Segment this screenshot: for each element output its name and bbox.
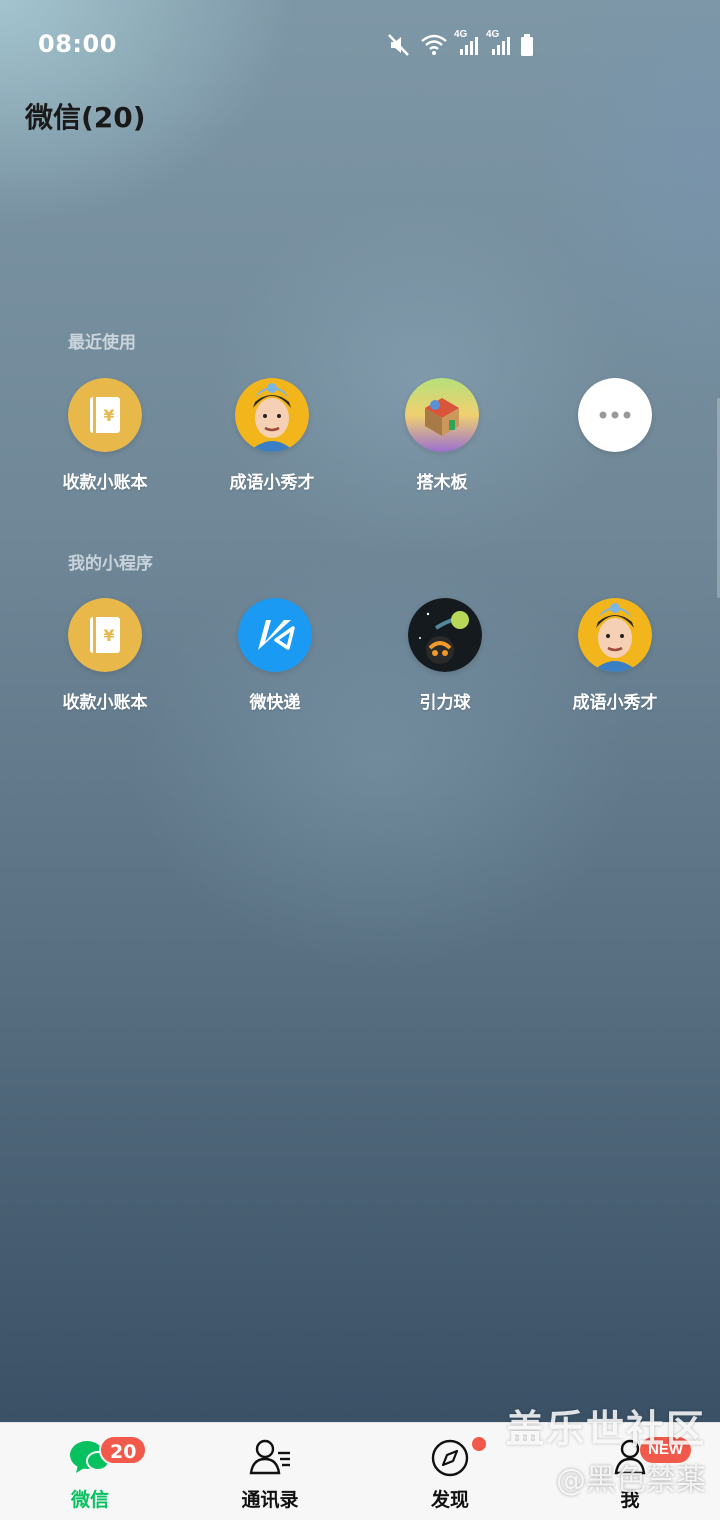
nav-label: 发现 [430,1489,469,1511]
express-icon [238,598,312,672]
app-label: 微快递 [249,693,301,713]
app-label: 引力球 [419,693,471,713]
nav-label: 我 [620,1489,640,1511]
new-badge: NEW [640,1437,691,1463]
svg-text:¥: ¥ [103,406,114,425]
scholar-avatar-icon [578,598,652,672]
more-icon [578,378,652,452]
block-game-icon [405,378,479,452]
tab-contacts[interactable]: 通讯录 [180,1423,360,1520]
mine-app-idiom[interactable]: 成语小秀才 [530,598,700,713]
recent-app-blocks[interactable]: 搭木板 [357,378,527,493]
contacts-icon [248,1437,292,1477]
signal-icon: 4G [486,29,512,57]
notification-dot [472,1437,486,1451]
scholar-avatar-icon [235,378,309,452]
wifi-icon [420,33,448,57]
ledger-icon: ¥ [68,378,142,452]
nav-label: 微信 [70,1489,109,1511]
mine-app-ledger[interactable]: ¥ 收款小账本 [20,598,190,713]
app-label: 搭木板 [416,473,468,493]
svg-text:¥: ¥ [103,626,114,645]
mine-app-express[interactable]: 微快递 [190,598,360,713]
bottom-nav: 20 微信 通讯录 发现 NEW 我 [0,1422,720,1520]
app-label: 成语小秀才 [229,473,315,493]
app-label: 成语小秀才 [572,693,658,713]
compass-icon [428,1437,472,1477]
battery-icon [520,33,534,57]
signal-icon: 4G [454,29,480,57]
ledger-icon: ¥ [68,598,142,672]
recent-app-more[interactable] [530,378,700,468]
app-label: 收款小账本 [62,473,148,493]
tab-me[interactable]: NEW 我 [540,1423,720,1520]
recent-section-label: 最近使用 [68,333,136,353]
app-label: 收款小账本 [62,693,148,713]
recent-app-ledger[interactable]: ¥ 收款小账本 [20,378,190,493]
status-icons: 4G 4G [386,29,534,60]
mine-section-label: 我的小程序 [68,554,153,574]
unread-badge: 20 [99,1435,148,1465]
tab-discover[interactable]: 发现 [360,1423,540,1520]
network-type-1: 4G [454,29,468,40]
status-bar: 08:00 4G 4G [0,0,720,90]
gravity-ball-icon [408,598,482,672]
page-title: 微信(20) [25,101,146,134]
recent-app-idiom[interactable]: 成语小秀才 [187,378,357,493]
mine-app-gravity[interactable]: 引力球 [360,598,530,713]
status-time: 08:00 [38,30,117,58]
nav-label: 通讯录 [241,1489,299,1511]
mute-icon [386,32,412,58]
tab-chats[interactable]: 20 微信 [0,1423,180,1520]
network-type-2: 4G [486,29,500,40]
